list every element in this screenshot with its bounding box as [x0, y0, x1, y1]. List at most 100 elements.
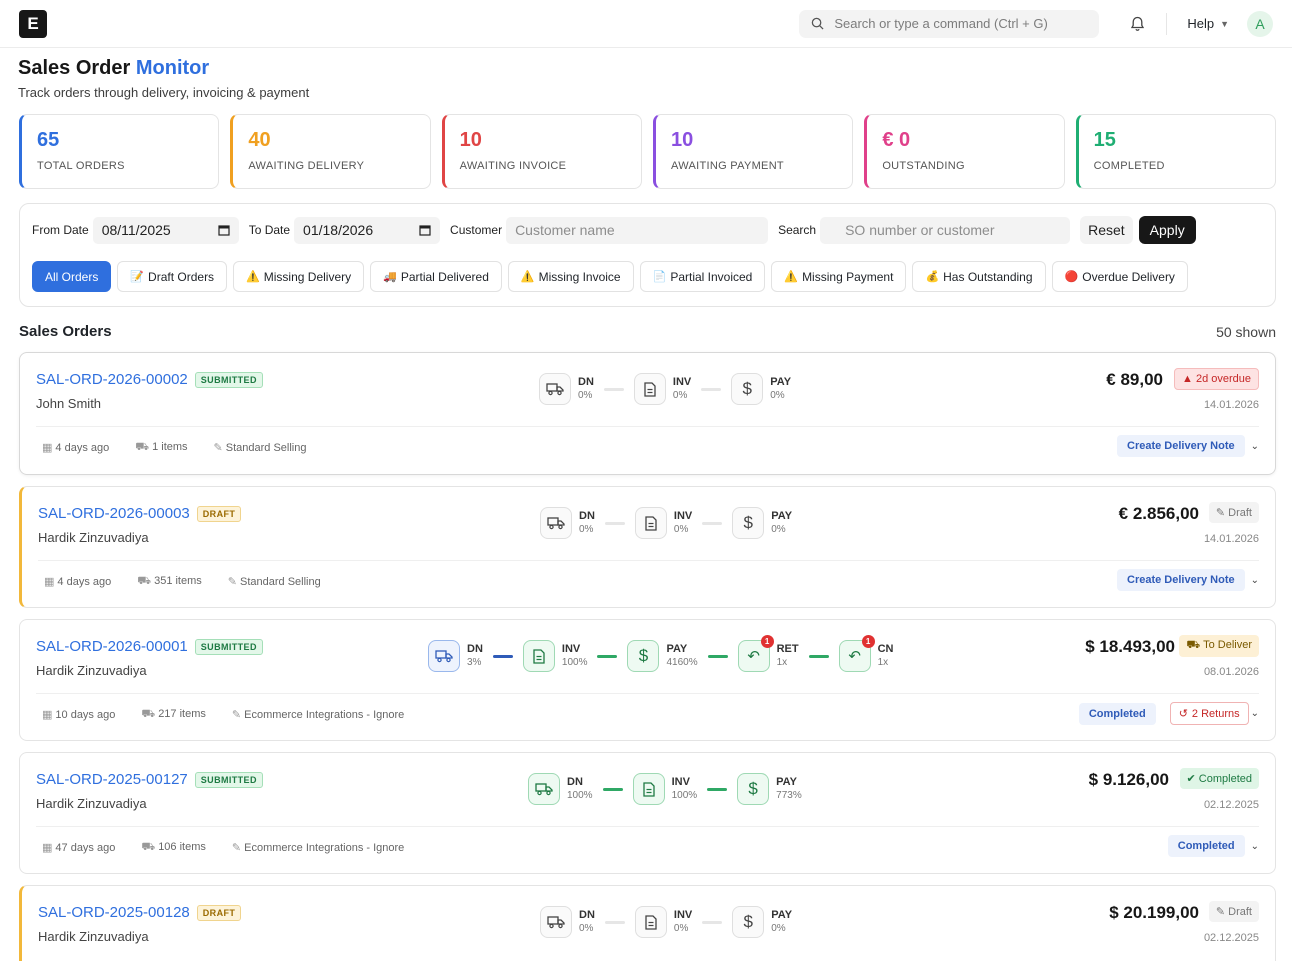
dollar-icon[interactable]: $ [732, 906, 765, 938]
stat-completed[interactable]: 15 COMPLETED [1075, 114, 1276, 189]
order-card[interactable]: SAL-ORD-2026-00002 SUBMITTED John Smith … [19, 352, 1276, 475]
stat-value: 40 [248, 129, 271, 151]
apply-button[interactable]: Apply [1138, 216, 1196, 244]
completed-button[interactable]: Completed [1078, 702, 1156, 725]
cart-icon: ⛟ [141, 708, 156, 720]
meta-age-text: 47 days ago [55, 842, 116, 854]
card-divider [38, 560, 1259, 561]
order-card[interactable]: SAL-ORD-2025-00127 SUBMITTED Hardik Zinz… [19, 752, 1276, 874]
meta-items: ⛟ 1 items [135, 441, 187, 455]
chip-missing-invoice[interactable]: ⚠️ Missing Invoice [507, 261, 634, 292]
pipeline-label-dn: DN 3% [467, 643, 483, 669]
to-date-input[interactable]: 01/18/2026 [294, 216, 441, 244]
credit-note-icon[interactable]: ↶ 1 [838, 635, 875, 672]
stat-total-orders[interactable]: 65 TOTAL ORDERS [19, 114, 220, 189]
order-card[interactable]: SAL-ORD-2026-00001 SUBMITTED Hardik Zinz… [19, 619, 1276, 741]
pipeline-step-pct: 3% [467, 657, 482, 668]
invoice-icon[interactable] [634, 906, 667, 938]
pipeline-label-dn: DN 0% [579, 909, 595, 935]
global-search-input[interactable]: Search or type a command (Ctrl + G) [799, 9, 1100, 38]
order-id-link[interactable]: SAL-ORD-2026-00003 [38, 505, 190, 522]
stat-outstanding[interactable]: € 0 OUTSTANDING [864, 114, 1065, 189]
dollar-icon[interactable]: $ [731, 373, 764, 405]
order-pipeline: DN 0% INV 0% $ PAY 0% [539, 373, 791, 405]
order-id-link[interactable]: SAL-ORD-2026-00001 [36, 638, 188, 655]
app-logo[interactable]: E [19, 9, 47, 38]
dollar-icon[interactable]: $ [732, 507, 765, 539]
chevron-down-icon[interactable]: ⌄ [1251, 575, 1259, 586]
chip-missing-payment[interactable]: ⚠️ Missing Payment [771, 261, 907, 292]
calendar-icon[interactable] [218, 224, 230, 236]
order-id-link[interactable]: SAL-ORD-2025-00128 [38, 904, 190, 921]
chip-missing-delivery[interactable]: ⚠️ Missing Delivery [233, 261, 365, 292]
pipeline-step-pct: 0% [579, 923, 594, 934]
pipeline-step-pct: 0% [771, 524, 786, 535]
stat-awaiting-delivery[interactable]: 40 AWAITING DELIVERY [230, 114, 431, 189]
invoice-icon[interactable] [632, 773, 665, 805]
user-avatar[interactable]: A [1247, 10, 1273, 37]
customer-input[interactable]: Customer name [506, 216, 769, 244]
stat-value: 10 [459, 129, 482, 151]
pipeline-step-name: PAY [770, 376, 792, 388]
chevron-down-icon[interactable]: ⌄ [1251, 441, 1259, 452]
invoice-icon[interactable] [634, 507, 667, 539]
returns-button[interactable]: ↺ 2 Returns [1169, 702, 1249, 725]
so-search-input[interactable]: SO number or customer [820, 216, 1071, 244]
chevron-down-icon[interactable]: ⌄ [1251, 841, 1259, 852]
chip-has-outstanding[interactable]: 💰 Has Outstanding [912, 261, 1046, 292]
meta-type-text: Standard Selling [225, 442, 307, 454]
pipeline-step-pct: 0% [672, 390, 688, 401]
stat-awaiting-invoice[interactable]: 10 AWAITING INVOICE [441, 114, 642, 189]
bell-icon[interactable] [1127, 14, 1147, 34]
order-card[interactable]: SAL-ORD-2025-00128 DRAFT Hardik Zinzuvad… [19, 885, 1276, 961]
pencil-icon: ✎ [1215, 507, 1226, 519]
chevron-down-icon[interactable]: ⌄ [1251, 708, 1259, 719]
order-customer: Hardik Zinzuvadiya [36, 663, 147, 678]
pipeline-step-name: CN [877, 643, 894, 655]
reset-button[interactable]: Reset [1080, 216, 1133, 244]
help-menu[interactable]: Help ▼ [1187, 16, 1229, 31]
stat-awaiting-payment[interactable]: 10 AWAITING PAYMENT [652, 114, 854, 189]
chip-overdue-delivery[interactable]: 🔴 Overdue Delivery [1051, 261, 1188, 292]
truck-icon[interactable] [528, 773, 560, 805]
dollar-icon[interactable]: $ [737, 773, 770, 805]
overdue-tag-label: 2d overdue [1195, 373, 1251, 385]
order-id-link[interactable]: SAL-ORD-2026-00002 [36, 371, 188, 388]
pipeline-step-pct: 0% [579, 524, 594, 535]
stat-label: AWAITING DELIVERY [248, 160, 365, 172]
return-arrow-icon[interactable]: ↶ 1 [737, 635, 774, 672]
stat-label: AWAITING PAYMENT [670, 160, 784, 172]
chip-partial-invoiced[interactable]: 📄 Partial Invoiced [639, 261, 766, 292]
draft-tag-label: Draft [1228, 906, 1252, 918]
order-card-top: SAL-ORD-2025-00127 SUBMITTED [36, 771, 263, 788]
order-amount: € 89,00 [1106, 370, 1163, 389]
chip-partial-delivered[interactable]: 🚚 Partial Delivered [370, 261, 502, 292]
truck-icon[interactable] [428, 640, 460, 672]
completed-button[interactable]: Completed [1167, 835, 1245, 857]
invoice-icon[interactable] [522, 640, 555, 672]
order-date: 14.01.2026 [1203, 399, 1259, 411]
from-date-input[interactable]: 08/11/2025 [92, 216, 239, 244]
order-date: 08.01.2026 [1203, 666, 1259, 678]
chip-draft-orders[interactable]: 📝 Draft Orders [117, 261, 228, 292]
truck-icon[interactable] [540, 507, 572, 539]
truck-icon[interactable] [539, 373, 571, 405]
pipeline-label-pay: PAY 0% [771, 510, 792, 536]
calendar-icon[interactable] [419, 224, 431, 236]
stat-label: AWAITING INVOICE [459, 160, 567, 172]
order-meta: ▦ 4 days ago ⛟ 351 items ✎ Standard Selling [44, 575, 321, 589]
chip-all-orders[interactable]: All Orders [32, 261, 112, 292]
create-delivery-note-button[interactable]: Create Delivery Note [1117, 569, 1245, 591]
dollar-icon[interactable]: $ [627, 640, 660, 672]
order-card-top: SAL-ORD-2026-00001 SUBMITTED [36, 638, 263, 655]
meta-items-text: 106 items [158, 841, 206, 853]
invoice-icon[interactable] [633, 373, 666, 405]
status-badge: SUBMITTED [194, 771, 263, 788]
order-card[interactable]: SAL-ORD-2026-00003 DRAFT Hardik Zinzuvad… [19, 486, 1276, 608]
truck-icon[interactable] [540, 906, 572, 938]
order-id-link[interactable]: SAL-ORD-2025-00127 [36, 771, 188, 788]
global-search-placeholder: Search or type a command (Ctrl + G) [834, 16, 1048, 31]
orders-count: 50 shown [1216, 323, 1276, 340]
order-date: 14.01.2026 [1203, 533, 1259, 545]
create-delivery-note-button[interactable]: Create Delivery Note [1117, 435, 1245, 457]
